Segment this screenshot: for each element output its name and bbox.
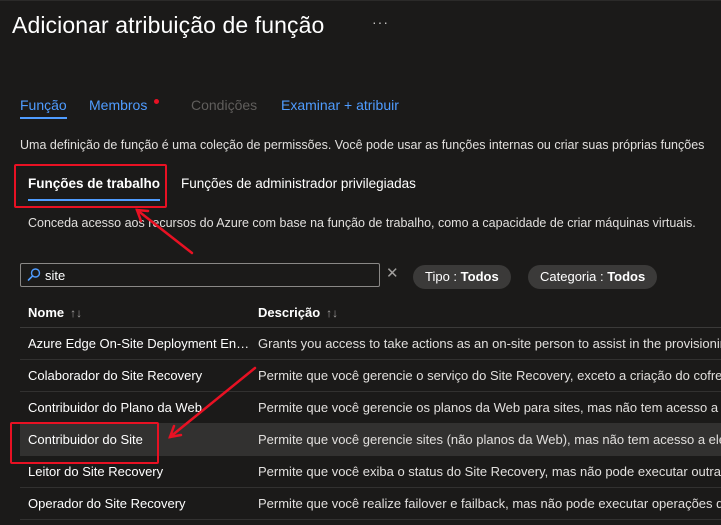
role-name: Colaborador do Site Recovery [28,368,203,383]
filter-tipo[interactable]: Tipo : Todos [413,265,511,289]
tab-funcoes-trabalho[interactable]: Funções de trabalho [28,176,161,201]
search-input[interactable] [45,266,365,284]
filter-tipo-label: Tipo : [425,269,461,284]
table-row[interactable]: Azure Edge On-Site Deployment Eng... Gra… [20,328,721,360]
role-description: Grants you access to take actions as an … [258,336,721,351]
search-icon [27,268,41,281]
column-header-descricao-label: Descrição [258,305,321,320]
roles-table: Nome ↑↓ Descrição ↑↓ Azure Edge On-Site De… [20,297,721,520]
page-title: Adicionar atribuição de função [12,12,325,38]
filter-categoria-label: Categoria : [540,269,608,284]
column-header-nome[interactable]: Nome ↑↓ [28,305,82,320]
role-name: Contribuidor do Plano da Web [28,400,202,415]
column-header-nome-label: Nome [28,305,65,320]
table-row[interactable]: Leitor do Site Recovery Permite que você… [20,456,721,488]
role-description: Permite que você gerencie os planos da W… [258,400,721,415]
tab-membros[interactable]: Membros [89,97,147,113]
role-name: Operador do Site Recovery [28,496,186,511]
filter-categoria[interactable]: Categoria : Todos [528,265,658,289]
table-row[interactable]: Operador do Site Recovery Permite que vo… [20,488,721,520]
role-description: Permite que você realize failover e fail… [258,496,721,511]
table-row[interactable]: Contribuidor do Plano da Web Permite que… [20,392,721,424]
tab-funcao[interactable]: Função [20,97,67,119]
top-border [0,0,721,1]
tab-examinar-atribuir[interactable]: Examinar + atribuir [281,97,399,113]
page: Adicionar atribuição de função ··· Funçã… [0,0,721,525]
filter-categoria-value: Todos [607,269,646,284]
sort-icon: ↑↓ [326,306,339,320]
table-row[interactable]: Colaborador do Site Recovery Permite que… [20,360,721,392]
role-name: Leitor do Site Recovery [28,464,164,479]
role-description: Permite que você gerencie sites (não pla… [258,432,721,447]
column-header-descricao[interactable]: Descrição ↑↓ [258,305,338,320]
tab-condicoes[interactable]: Condições [191,97,257,113]
filter-tipo-value: Todos [460,269,499,284]
tab-membros-alert-dot [154,99,159,104]
role-definition-description: Uma definição de função é uma coleção de… [20,138,705,152]
table-row-selected[interactable]: Contribuidor do Site Permite que você ge… [20,424,721,456]
table-header: Nome ↑↓ Descrição ↑↓ [20,297,721,328]
sort-icon: ↑↓ [70,306,83,320]
job-roles-description: Conceda acesso aos recursos do Azure com… [28,216,696,230]
role-description: Permite que você exiba o status do Site … [258,464,721,479]
clear-search-icon[interactable]: ✕ [386,264,399,282]
more-options-icon[interactable]: ··· [372,14,389,30]
search-box [20,263,380,287]
role-name: Azure Edge On-Site Deployment Eng... [28,336,250,351]
role-description: Permite que você gerencie o serviço do S… [258,368,721,383]
role-name: Contribuidor do Site [28,432,143,447]
tab-funcoes-administrador[interactable]: Funções de administrador privilegiadas [181,176,416,191]
